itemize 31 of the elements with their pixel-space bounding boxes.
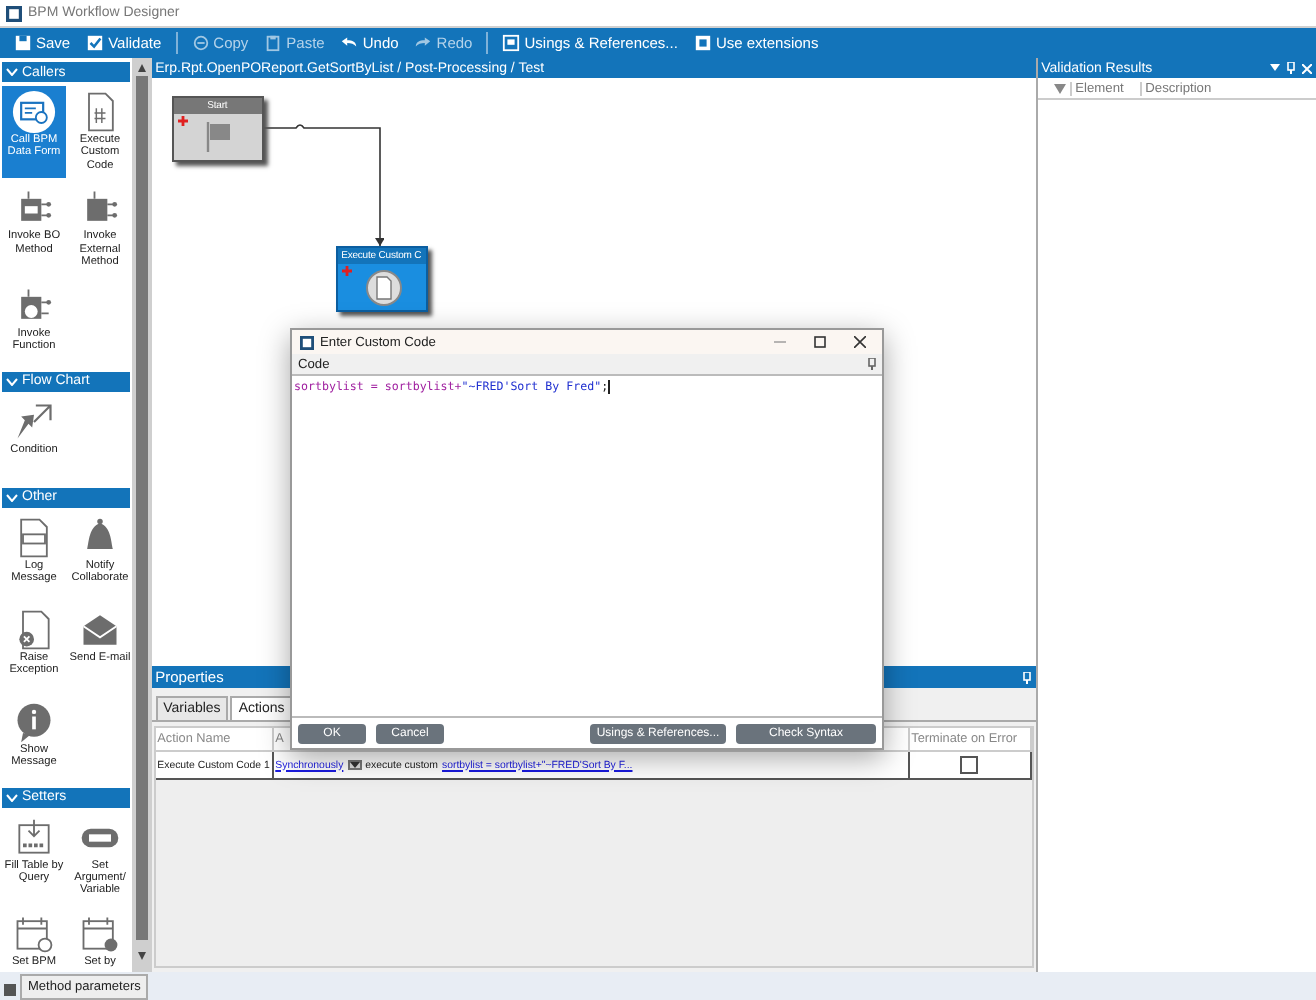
flag-icon (201, 120, 234, 152)
app-icon (6, 5, 22, 21)
checkbox-icon (86, 34, 105, 52)
plus-icon (341, 266, 352, 276)
maximize-icon[interactable] (814, 336, 826, 348)
window-icon (502, 34, 521, 52)
dropdown-icon[interactable] (1270, 64, 1280, 72)
connector-arrow (263, 122, 384, 248)
dropdown-button[interactable] (347, 760, 362, 770)
redo-icon (414, 34, 433, 52)
chevron-icon (6, 793, 18, 802)
close-icon[interactable] (854, 336, 866, 348)
square-icon (693, 34, 712, 52)
floppy-icon (14, 34, 32, 52)
scrollbar[interactable] (131, 58, 152, 972)
circle-icon (191, 34, 210, 52)
chevron-icon (6, 493, 18, 502)
plus-icon (177, 116, 188, 126)
undo-icon (340, 34, 359, 52)
document-icon (365, 270, 402, 306)
scroll-down-icon[interactable] (133, 948, 150, 964)
info-icon (12, 699, 56, 744)
checkbox[interactable] (960, 756, 979, 774)
form-icon (12, 90, 56, 134)
app-icon (300, 335, 314, 349)
table-icon (12, 815, 56, 860)
pin-icon[interactable] (868, 358, 876, 370)
chevron-icon (6, 377, 18, 386)
chevron-icon (6, 68, 18, 76)
clipboard-icon (264, 34, 283, 52)
filter-icon[interactable] (1053, 83, 1066, 93)
